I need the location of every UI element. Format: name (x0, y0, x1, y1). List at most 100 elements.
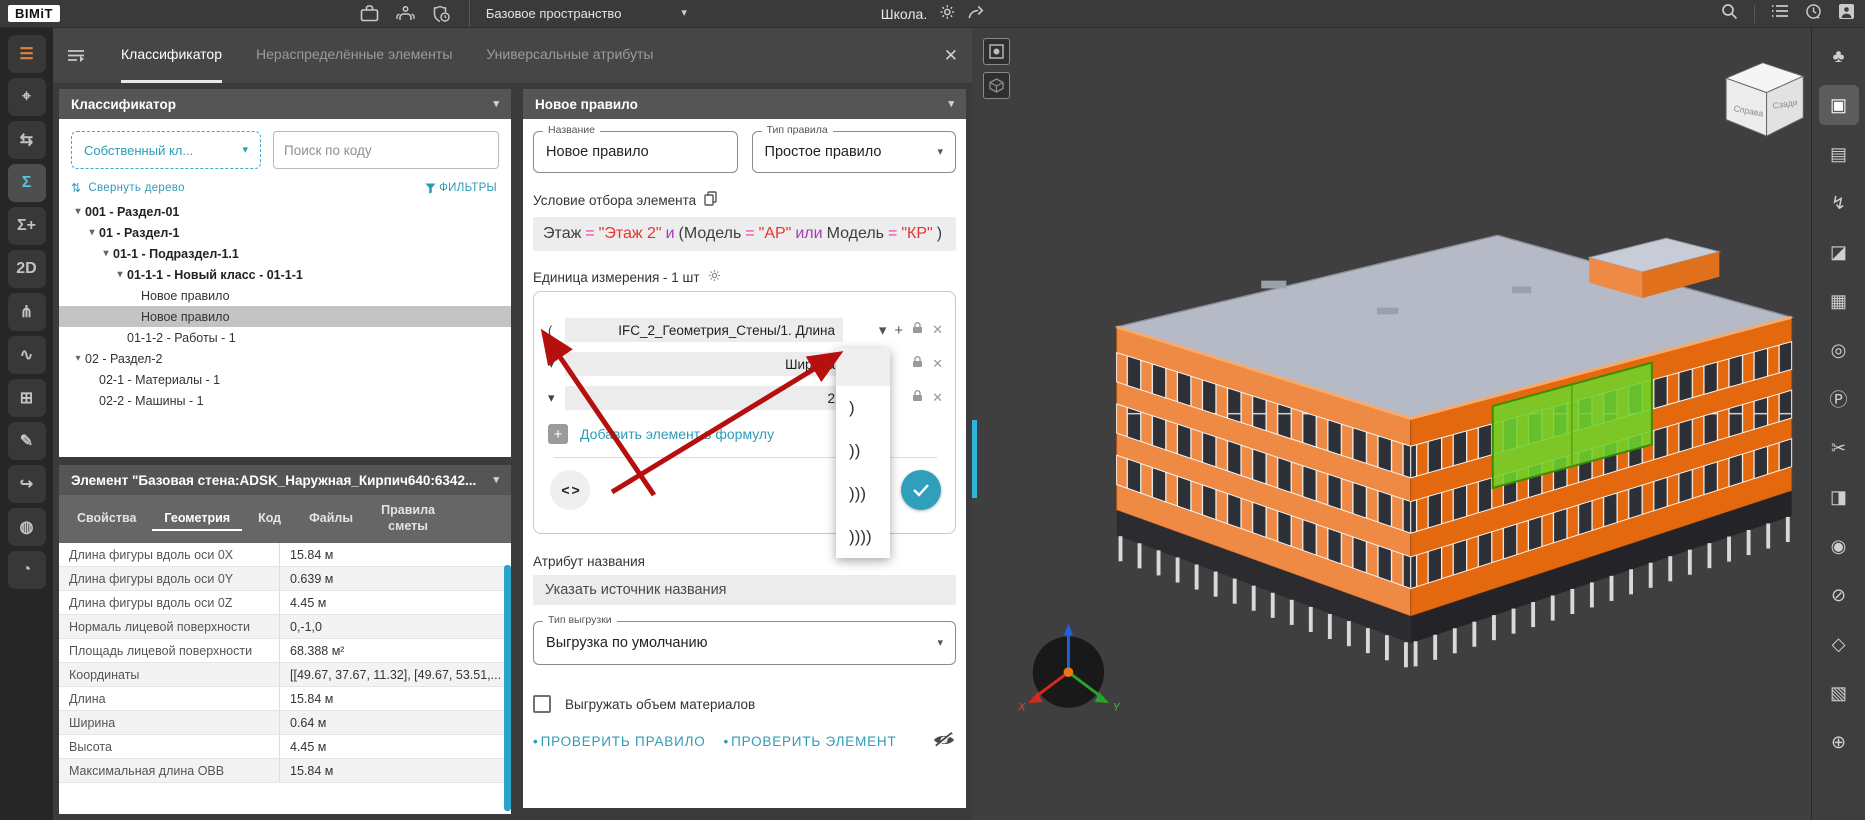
3d-viewport[interactable]: Справа Сзади X Y (972, 28, 1811, 820)
isolate-selection-icon[interactable]: ▣ (1819, 85, 1859, 125)
chart-icon[interactable]: ∿ (8, 336, 46, 374)
add-formula-element-link[interactable]: Добавить элемент в формулу (580, 426, 774, 442)
tree-item[interactable]: ▾01 - Раздел-1 (59, 222, 511, 243)
chevron-down-icon[interactable]: ▾ (548, 356, 565, 372)
confirm-formula-button[interactable] (901, 470, 941, 510)
user-icon[interactable] (1838, 3, 1855, 25)
hide-icon[interactable]: ⊘ (1819, 575, 1859, 615)
remove-row-icon[interactable]: ✕ (932, 322, 943, 338)
element-tab-0[interactable]: Свойства (65, 507, 148, 531)
remove-row-icon[interactable]: ✕ (932, 390, 943, 406)
rule-name-input[interactable] (546, 144, 725, 160)
formula-field[interactable]: 2 (565, 386, 843, 410)
view-2d-icon[interactable]: 2D (8, 250, 46, 288)
tree-item[interactable]: Новое правило (59, 285, 511, 306)
bracket-option-blank[interactable] (836, 348, 890, 386)
3d-scene[interactable]: Справа Сзади X Y (972, 28, 1811, 792)
chevron-down-icon[interactable]: ▾ (879, 321, 887, 339)
export-type-select[interactable]: Тип выгрузки Выгрузка по умолчанию ▾ (533, 621, 956, 665)
code-view-button[interactable]: < > (550, 470, 590, 510)
building-model[interactable] (1117, 235, 1792, 667)
collapse-tree-link[interactable]: Свернуть дерево (88, 182, 184, 194)
settings-gear-icon[interactable] (939, 4, 955, 23)
tree-item[interactable]: ▾01-1-1 - Новый класс - 01-1-1 (59, 264, 511, 285)
tree-item[interactable]: ▾02 - Раздел-2 (59, 348, 511, 369)
section-lightning-icon[interactable]: ↯ (1819, 183, 1859, 223)
search-icon[interactable] (1721, 3, 1738, 25)
rule-type-select[interactable]: Тип правила Простое правило ▾ (752, 131, 957, 173)
structure-icon[interactable]: ☰ (8, 35, 46, 73)
tree-item[interactable]: 02-1 - Материалы - 1 (59, 369, 511, 390)
bracket-option-1[interactable]: )) (836, 429, 890, 472)
dialog-tab-0[interactable]: Классификатор (121, 28, 222, 83)
ruler-icon[interactable]: ▤ (1819, 134, 1859, 174)
collaboration-icon[interactable]: ◍ (8, 508, 46, 546)
team-icon[interactable] (395, 5, 416, 22)
element-section-header[interactable]: Элемент "Базовая стена:ADSK_Наружная_Кир… (59, 465, 511, 495)
tree-icon[interactable]: ♣ (1819, 36, 1859, 76)
tree-item[interactable]: 02-2 - Машины - 1 (59, 390, 511, 411)
element-tab-4[interactable]: Правила сметы (369, 499, 447, 538)
plan-icon[interactable]: Ⓟ (1819, 379, 1859, 419)
formula-field[interactable]: IFC_2_Геометрия_Стены/1. Длина (565, 318, 843, 342)
chevron-down-icon[interactable]: ▾ (71, 353, 85, 364)
navigation-cube[interactable]: Справа Сзади (1726, 63, 1803, 136)
close-icon[interactable]: ✕ (944, 28, 958, 83)
tree-item[interactable]: 01-1-2 - Работы - 1 (59, 327, 511, 348)
chevron-down-icon[interactable]: ▾ (85, 227, 99, 238)
notification-clock-icon[interactable] (1805, 3, 1822, 25)
code-search-input[interactable] (273, 131, 499, 169)
briefcase-icon[interactable] (360, 5, 379, 22)
bracket-option-2[interactable]: ))) (836, 472, 890, 515)
element-tab-1[interactable]: Геометрия (152, 507, 242, 531)
annotate-user-icon[interactable]: ✎ (8, 422, 46, 460)
chevron-down-icon[interactable]: ▾ (99, 248, 113, 259)
visibility-icon[interactable]: ◉ (1819, 526, 1859, 566)
lock-icon[interactable] (911, 389, 924, 407)
bracket-option-3[interactable]: )))) (836, 515, 890, 558)
add-formula-element-button[interactable]: + (548, 424, 568, 444)
transparent-view-icon[interactable]: ◇ (1819, 624, 1859, 664)
pin-select-icon[interactable]: ⌖ (8, 78, 46, 116)
share-icon[interactable] (967, 5, 984, 23)
operator-plus[interactable]: + (894, 322, 903, 339)
check-element-link[interactable]: •ПРОВЕРИТЬ ЭЛЕМЕНТ (724, 734, 897, 749)
classifier-section-header[interactable]: Классификатор ▾ (59, 89, 511, 119)
gauge-icon[interactable]: ◔ (8, 551, 46, 589)
eye-off-icon[interactable] (932, 731, 956, 752)
condition-expression[interactable]: Этаж="Этаж 2"и(Модель="АР"илиМодель="КР"… (533, 217, 956, 251)
cut-icon[interactable]: ✂ (1819, 428, 1859, 468)
section-box-icon[interactable]: ◪ (1819, 232, 1859, 272)
add-view-icon[interactable]: ⊕ (1819, 722, 1859, 762)
chevron-down-icon[interactable]: ▾ (71, 206, 85, 217)
tree-item[interactable]: ▾001 - Раздел-01 (59, 201, 511, 222)
tree-item[interactable]: Новое правило (59, 306, 511, 327)
bracket-option-0[interactable]: ) (836, 386, 890, 429)
lock-icon[interactable] (911, 355, 924, 373)
grid-icon[interactable]: ▦ (1819, 281, 1859, 321)
dialog-tab-2[interactable]: Универсальные атрибуты (486, 28, 653, 83)
table-scrollbar[interactable] (504, 565, 511, 811)
element-tab-3[interactable]: Файлы (297, 507, 365, 531)
tree-item[interactable]: ▾01-1 - Подраздел-1.1 (59, 243, 511, 264)
shield-clock-icon[interactable] (432, 5, 451, 23)
workspace-selector[interactable]: Базовое пространство ▾ (469, 0, 687, 27)
classifier-sigma-icon[interactable]: Σ (8, 164, 46, 202)
chevron-down-icon[interactable]: ▾ (548, 390, 565, 406)
clip-box-icon[interactable]: ◨ (1819, 477, 1859, 517)
list-icon[interactable] (1771, 4, 1789, 23)
focus-target-icon[interactable]: ◎ (1819, 330, 1859, 370)
name-source-field[interactable]: Указать источник названия (533, 575, 956, 605)
filters-link[interactable]: ФИЛЬТРЫ (425, 182, 497, 194)
export-materials-checkbox[interactable] (533, 695, 551, 713)
shaded-view-icon[interactable]: ▧ (1819, 673, 1859, 713)
classifier-type-select[interactable]: Собственный кл... ▾ (71, 131, 261, 169)
check-rule-link[interactable]: •ПРОВЕРИТЬ ПРАВИЛО (533, 734, 706, 749)
copy-icon[interactable] (704, 191, 717, 209)
sigma-plus-icon[interactable]: Σ+ (8, 207, 46, 245)
unit-settings-gear-icon[interactable] (708, 269, 721, 285)
chevron-down-icon[interactable]: ▾ (113, 269, 127, 280)
hierarchy-icon[interactable]: ⋔ (8, 293, 46, 331)
dialog-tab-1[interactable]: Нераспределённые элементы (256, 28, 452, 83)
panel-menu-icon[interactable] (67, 28, 85, 83)
